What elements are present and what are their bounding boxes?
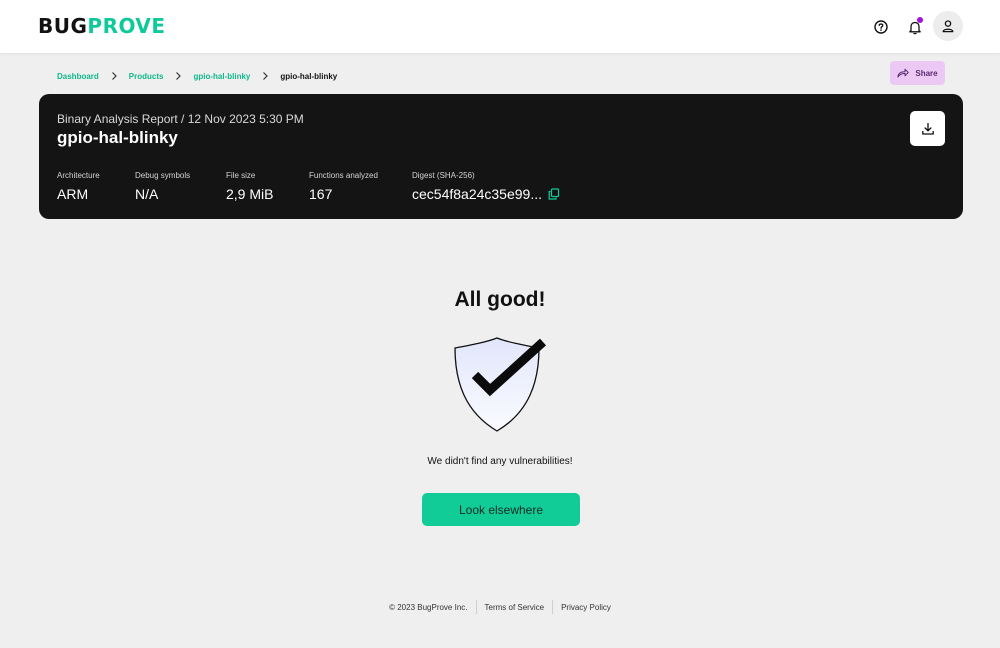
meta-label: Debug symbols xyxy=(135,171,191,180)
breadcrumb: Dashboard Products gpio-hal-blinky gpio-… xyxy=(57,69,337,83)
user-menu-button[interactable] xyxy=(933,11,963,41)
notifications-button[interactable] xyxy=(900,12,930,42)
breadcrumb-products[interactable]: Products xyxy=(129,72,164,81)
user-icon xyxy=(942,20,954,33)
download-report-button[interactable] xyxy=(910,111,945,146)
meta-value: 2,9 MiB xyxy=(226,186,274,202)
breadcrumb-product[interactable]: gpio-hal-blinky xyxy=(193,72,250,81)
meta-digest: Digest (SHA-256) cec54f8a24c35e99... xyxy=(412,171,560,202)
footer-divider xyxy=(552,600,554,614)
share-arrow-icon xyxy=(897,68,910,78)
logo-part-prove: PROVE xyxy=(87,14,166,38)
chevron-right-icon xyxy=(173,71,183,81)
meta-value: N/A xyxy=(135,186,159,202)
meta-value: 167 xyxy=(309,186,333,202)
meta-label: Functions analyzed xyxy=(309,171,378,180)
meta-file-size: File size 2,9 MiB xyxy=(226,171,273,202)
help-circle-icon xyxy=(874,20,888,34)
notification-dot xyxy=(917,17,923,23)
breadcrumb-dashboard[interactable]: Dashboard xyxy=(57,72,99,81)
digest-value: cec54f8a24c35e99... xyxy=(412,186,542,202)
download-icon xyxy=(921,122,934,135)
bugprove-logo[interactable]: BUGPROVE xyxy=(38,14,166,38)
meta-architecture: Architecture ARM xyxy=(57,171,100,202)
footer: © 2023 BugProve Inc. Terms of Service Pr… xyxy=(0,600,1000,614)
report-subtitle: Binary Analysis Report / 12 Nov 2023 5:3… xyxy=(57,112,304,126)
look-elsewhere-button[interactable]: Look elsewhere xyxy=(422,493,580,526)
share-label: Share xyxy=(915,68,938,78)
share-button[interactable]: Share xyxy=(890,61,945,85)
copy-digest-button[interactable] xyxy=(548,188,560,200)
shield-check-icon xyxy=(454,337,547,432)
terms-of-service-link[interactable]: Terms of Service xyxy=(485,603,545,612)
chevron-right-icon xyxy=(260,71,270,81)
chevron-right-icon xyxy=(109,71,119,81)
report-title: gpio-hal-blinky xyxy=(57,128,178,147)
result-message: We didn't find any vulnerabilities! xyxy=(427,456,573,467)
logo-part-bug: BUG xyxy=(38,14,88,38)
meta-label: File size xyxy=(226,171,256,180)
copy-icon xyxy=(548,188,560,200)
report-header-card: Binary Analysis Report / 12 Nov 2023 5:3… xyxy=(39,94,963,219)
footer-copyright: © 2023 BugProve Inc. xyxy=(389,602,468,612)
result-title: All good! xyxy=(454,288,546,311)
top-navbar: BUGPROVE xyxy=(0,0,1000,53)
meta-debug-symbols: Debug symbols N/A xyxy=(135,171,190,202)
privacy-policy-link[interactable]: Privacy Policy xyxy=(561,603,611,612)
breadcrumb-current: gpio-hal-blinky xyxy=(280,71,338,81)
meta-label: Digest (SHA-256) xyxy=(412,171,475,180)
footer-divider xyxy=(475,600,477,614)
meta-functions-analyzed: Functions analyzed 167 xyxy=(309,171,378,202)
meta-value: cec54f8a24c35e99... xyxy=(412,186,560,202)
help-button[interactable] xyxy=(866,12,896,42)
meta-label: Architecture xyxy=(57,171,100,180)
meta-value: ARM xyxy=(57,186,89,202)
